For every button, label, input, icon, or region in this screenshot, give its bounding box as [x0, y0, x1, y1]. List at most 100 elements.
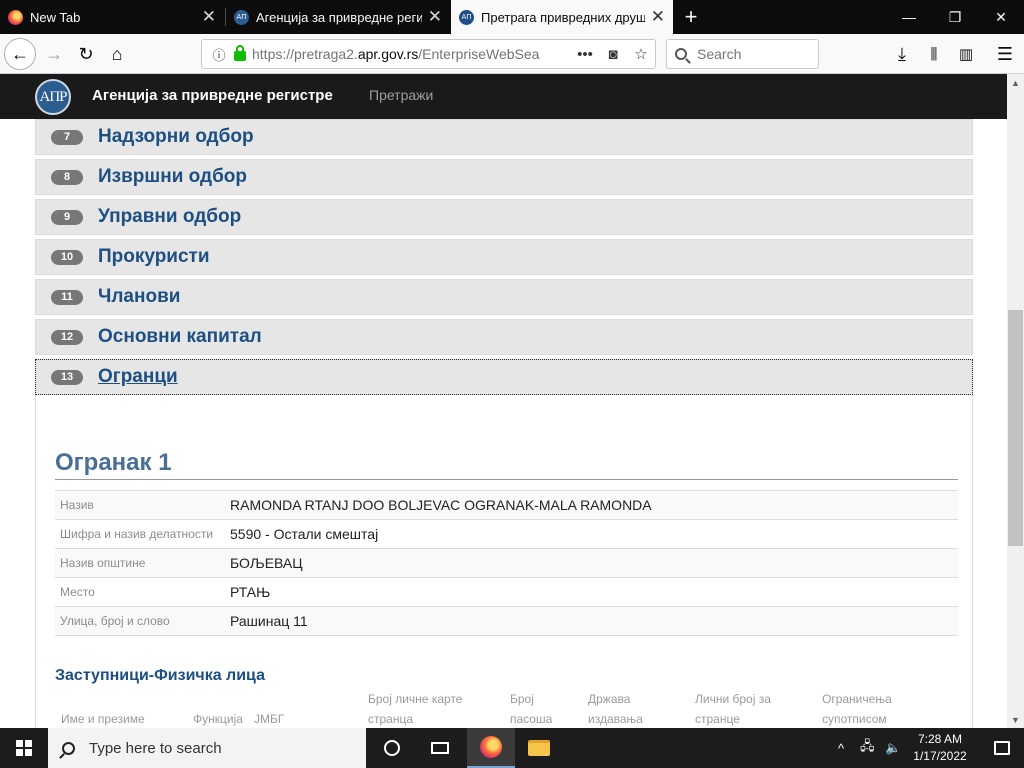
field-value: RAMONDA RTANJ DOO BOLJEVAC OGRANAK-MALA …	[230, 497, 652, 513]
volume-muted-icon[interactable]: 🔈	[885, 728, 901, 768]
network-icon[interactable]: 🖧	[860, 728, 875, 768]
scrollbar-thumb[interactable]	[1008, 310, 1023, 546]
accordion-management-board[interactable]: 9 Управни одбор	[35, 199, 973, 235]
section-title[interactable]: Управни одбор	[98, 206, 241, 228]
search-icon	[62, 741, 75, 755]
downloads-icon[interactable]: ⤓	[886, 38, 918, 70]
branch-title: Огранак 1	[55, 449, 172, 476]
page-scrollbar[interactable]: ▲ ▼	[1007, 74, 1024, 728]
accordion-branches[interactable]: 13 Огранци	[35, 359, 973, 395]
field-label: Назив општине	[60, 556, 146, 570]
page-actions-icon[interactable]: •••	[571, 46, 599, 63]
table-row: Шифра и назив делатности 5590 - Остали с…	[55, 519, 958, 549]
accordion-executive-board[interactable]: 8 Извршни одбор	[35, 159, 973, 195]
column-header: Лични број за странце	[695, 692, 771, 726]
forward-button[interactable]: →	[38, 38, 70, 70]
pocket-icon[interactable]: ◙	[599, 46, 627, 63]
column-header: ЈМБГ	[254, 712, 285, 726]
column-header: Функција	[193, 712, 243, 726]
accordion-supervisory-board[interactable]: 7 Надзорни одбор	[35, 119, 973, 155]
apr-logo[interactable]: АПР	[35, 79, 71, 115]
clock-date: 1/17/2022	[913, 749, 967, 763]
restore-button[interactable]: ❐	[932, 0, 978, 34]
show-hidden-icons-button[interactable]: ^	[838, 728, 844, 768]
branch-details-table: Назив RAMONDA RTANJ DOO BOLJEVAC OGRANAK…	[55, 490, 958, 636]
close-tab-icon[interactable]: ✕	[428, 7, 442, 27]
section-number-badge: 9	[51, 209, 83, 225]
field-label: Улица, број и слово	[60, 614, 170, 628]
section-title[interactable]: Прокуристи	[98, 246, 210, 268]
table-row: Назив општине БОЉЕВАЦ	[55, 548, 958, 578]
section-number-badge: 11	[51, 289, 83, 305]
field-value: РТАЊ	[230, 584, 271, 600]
apr-favicon: АП	[459, 9, 474, 25]
section-number-badge: 12	[51, 329, 83, 345]
close-tab-icon[interactable]: ✕	[651, 7, 665, 27]
tab-new-tab[interactable]: New Tab ✕	[0, 0, 224, 34]
section-title[interactable]: Извршни одбор	[98, 166, 247, 188]
browser-search-input[interactable]	[697, 46, 807, 62]
tab-title: New Tab	[30, 9, 81, 25]
close-tab-icon[interactable]: ✕	[202, 7, 216, 27]
section-title[interactable]: Надзорни одбор	[98, 126, 254, 148]
section-title[interactable]: Основни капитал	[98, 326, 262, 348]
start-button[interactable]	[0, 728, 48, 768]
close-window-button[interactable]: ✕	[978, 0, 1024, 34]
home-button[interactable]: ⌂	[101, 38, 133, 70]
tab-apr-registry[interactable]: АП Агенција за привредне регистре ✕	[226, 0, 450, 34]
bookmark-star-icon[interactable]: ☆	[627, 45, 655, 63]
nav-search-link[interactable]: Претражи	[369, 87, 433, 103]
windows-taskbar: Type here to search ^ 🖧 🔈 7:28 AM 1/17/2…	[0, 728, 1024, 768]
url-text[interactable]: https://pretraga2.apr.gov.rs/EnterpriseW…	[252, 46, 571, 62]
tab-strip: New Tab ✕ АП Агенција за привредне регис…	[0, 0, 1024, 34]
field-value: 5590 - Остали смештај	[230, 526, 379, 542]
column-header: Број личне карте странца	[368, 692, 463, 726]
divider	[55, 479, 958, 480]
folder-icon	[528, 740, 550, 756]
taskbar-search-box[interactable]: Type here to search	[48, 728, 366, 768]
url-bar[interactable]: ⓘ https://pretraga2.apr.gov.rs/Enterpris…	[201, 39, 656, 69]
firefox-icon	[8, 9, 23, 25]
new-tab-button[interactable]: +	[677, 4, 705, 30]
cortana-icon	[384, 740, 400, 756]
navigation-toolbar: ← → ↻ ⌂ ⓘ https://pretraga2.apr.gov.rs/E…	[0, 34, 1024, 74]
library-icon[interactable]: ⫼	[918, 38, 950, 70]
table-row: Улица, број и слово Рашинац 11	[55, 606, 958, 636]
accordion-share-capital[interactable]: 12 Основни капитал	[35, 319, 973, 355]
menu-icon[interactable]: ☰	[989, 38, 1021, 70]
column-header: Име и презиме	[61, 712, 145, 726]
accordion-proxies[interactable]: 10 Прокуристи	[35, 239, 973, 275]
taskbar-clock[interactable]: 7:28 AM 1/17/2022	[900, 731, 980, 765]
reload-button[interactable]: ↻	[70, 38, 102, 70]
section-number-badge: 13	[51, 369, 83, 385]
field-label: Шифра и назив делатности	[60, 527, 214, 541]
task-view-button[interactable]	[416, 728, 464, 768]
table-row: Назив RAMONDA RTANJ DOO BOLJEVAC OGRANAK…	[55, 490, 958, 520]
site-name-link[interactable]: Агенција за привредне регистре	[92, 87, 333, 104]
section-title[interactable]: Огранци	[98, 366, 178, 388]
tab-title: Агенција за привредне регистре	[256, 9, 422, 25]
table-row: Место РТАЊ	[55, 577, 958, 607]
section-number-badge: 8	[51, 169, 83, 185]
cortana-button[interactable]	[368, 728, 416, 768]
minimize-button[interactable]: —	[886, 0, 932, 34]
accordion-members[interactable]: 11 Чланови	[35, 279, 973, 315]
firefox-icon	[480, 736, 502, 758]
tab-enterprise-search[interactable]: АП Претрага привредних друштава ✕	[451, 0, 673, 34]
site-info-icon[interactable]: ⓘ	[208, 45, 230, 64]
back-button[interactable]: ←	[4, 38, 36, 70]
scroll-up-arrow-icon[interactable]: ▲	[1007, 74, 1024, 91]
taskbar-file-explorer[interactable]	[515, 728, 563, 768]
sidebar-icon[interactable]: ▥	[950, 38, 982, 70]
column-header: Број пасоша	[510, 692, 553, 726]
browser-search-box[interactable]	[666, 39, 819, 69]
taskbar-firefox[interactable]	[467, 728, 515, 768]
scroll-down-arrow-icon[interactable]: ▼	[1007, 711, 1024, 728]
site-header: АПР Агенција за привредне регистре Претр…	[0, 74, 1007, 119]
field-value: БОЉЕВАЦ	[230, 555, 303, 571]
action-center-button[interactable]	[980, 728, 1024, 768]
lock-icon	[234, 45, 246, 61]
section-title[interactable]: Чланови	[98, 286, 180, 308]
field-label: Место	[60, 585, 95, 599]
apr-favicon: АП	[234, 9, 249, 25]
